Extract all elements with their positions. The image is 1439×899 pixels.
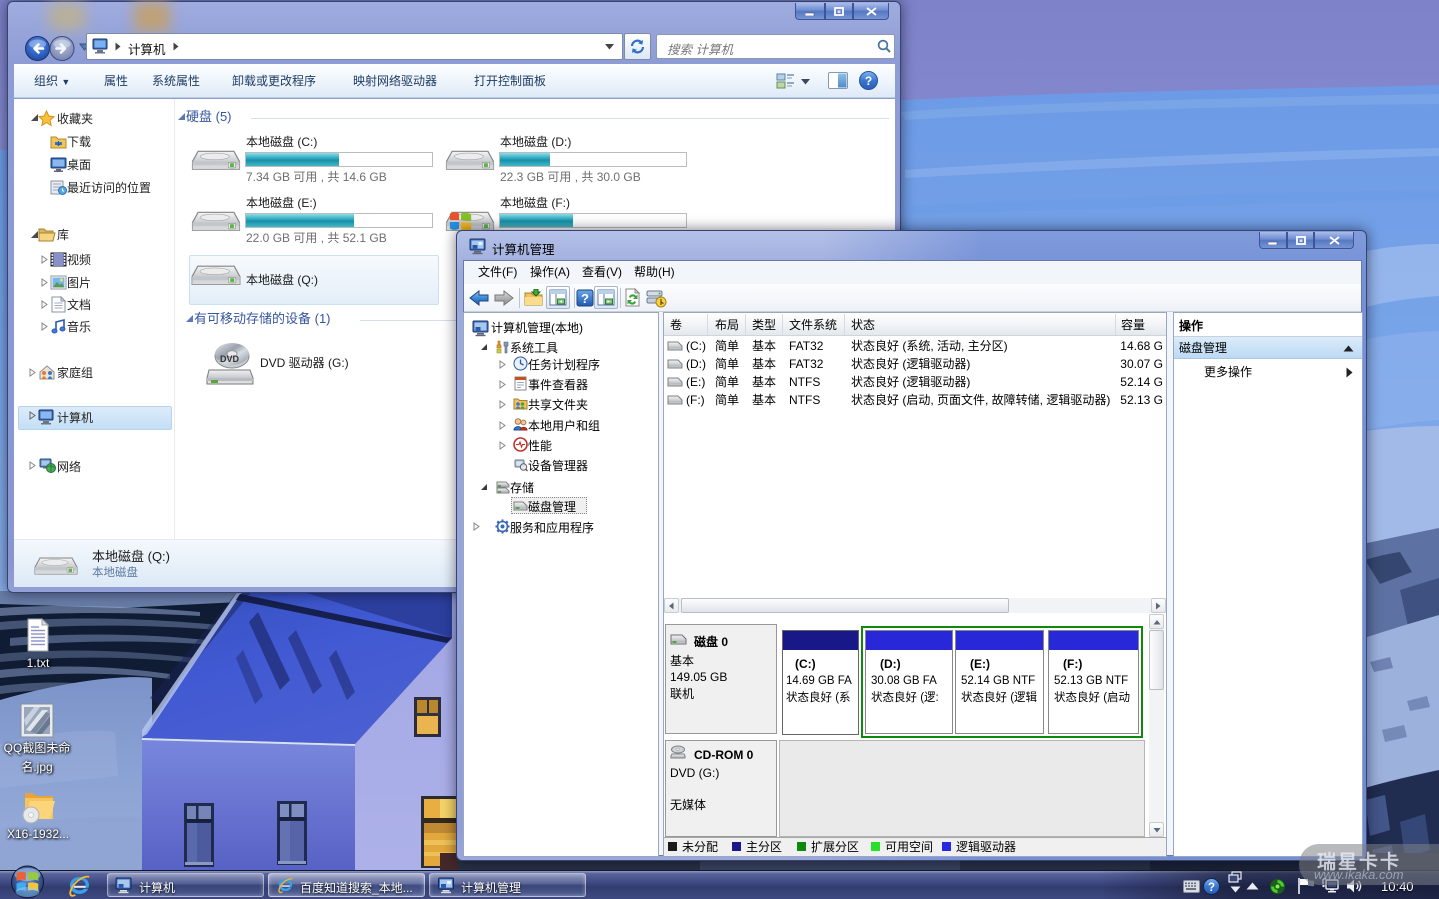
svg-text:?: ? [865, 74, 872, 88]
svg-text:?: ? [581, 291, 589, 306]
svg-text:?: ? [1208, 882, 1215, 894]
svg-text:DVD: DVD [220, 354, 240, 364]
